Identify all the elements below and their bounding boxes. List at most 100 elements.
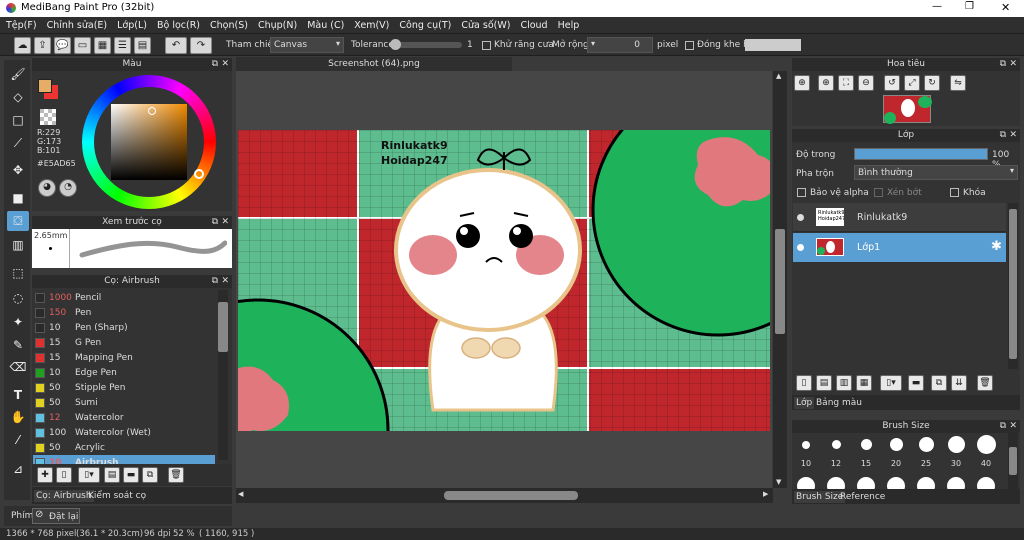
scroll-up-arrow[interactable]: ▲	[776, 72, 781, 80]
eraser-tool-icon[interactable]: ◇	[7, 87, 29, 107]
tab-brush-control[interactable]: Kiểm soát cọ	[88, 491, 146, 501]
close-gap-slider[interactable]	[745, 39, 801, 51]
brush-size-scroll-thumb[interactable]	[1009, 447, 1017, 475]
layer-scrollbar[interactable]	[1008, 203, 1018, 369]
brush-size-option[interactable]: 20	[883, 438, 909, 468]
brush-list-item[interactable]: 15 G Pen	[33, 335, 215, 350]
brush-size-option[interactable]: 10	[793, 441, 819, 468]
fill-rect-tool-icon[interactable]: ■	[7, 188, 29, 208]
close-icon[interactable]: ✕	[221, 58, 229, 71]
layer-scroll-thumb[interactable]	[1009, 209, 1017, 359]
brush-list-item[interactable]: 15 Mapping Pen	[33, 350, 215, 365]
vertical-scroll-thumb[interactable]	[775, 229, 785, 334]
grid-icon[interactable]: ▦	[94, 37, 111, 54]
delete-brush-icon[interactable]: 🗑	[168, 467, 184, 483]
opacity-slider[interactable]	[854, 148, 988, 160]
menu-help[interactable]: Help	[558, 20, 580, 31]
panel-icon[interactable]: ▭	[74, 37, 91, 54]
magic-wand-tool-icon[interactable]: ✦	[7, 312, 29, 332]
fit-icon[interactable]: ⛶	[838, 75, 854, 91]
comment-icon[interactable]: 💬	[54, 37, 71, 54]
brush-list-item[interactable]: 10 Edge Pen	[33, 365, 215, 380]
menu-file[interactable]: Tệp(F)	[6, 20, 37, 31]
horizontal-scroll-thumb[interactable]	[444, 491, 578, 500]
delete-layer-icon[interactable]: 🗑	[977, 375, 993, 391]
brush-list-item[interactable]: 50 Acrylic	[33, 440, 215, 455]
text-tool-icon[interactable]: T	[7, 385, 29, 405]
new-1bit-layer-icon[interactable]: ▦	[856, 375, 872, 391]
menu-tools[interactable]: Công cụ(T)	[399, 20, 451, 31]
select-pen-tool-icon[interactable]: ✎	[7, 335, 29, 355]
close-icon[interactable]: ✕	[1009, 129, 1017, 142]
gradient-tool-icon[interactable]: ▥	[7, 235, 29, 255]
detach-icon[interactable]: ⧉	[1000, 129, 1006, 142]
brush-size-option[interactable]: 30	[943, 436, 969, 468]
menu-cloud[interactable]: Cloud	[520, 20, 547, 31]
visibility-icon[interactable]	[797, 214, 804, 221]
move-tool-icon[interactable]: ✥	[7, 160, 29, 180]
canvas-tab[interactable]: Screenshot (64).png	[236, 57, 512, 71]
primary-color-swatch[interactable]	[38, 79, 52, 93]
close-icon[interactable]: ✕	[221, 275, 229, 288]
maximize-button[interactable]: ❐	[965, 1, 974, 12]
tab-layer[interactable]: Lớp	[794, 397, 815, 409]
select-tool-icon[interactable]: ⬚	[7, 263, 29, 283]
blend-select[interactable]: Bình thường ▾	[854, 165, 1018, 180]
fit-screen-icon[interactable]: ⤢	[904, 75, 920, 91]
folder-icon[interactable]: ▬	[123, 467, 139, 483]
visibility-icon[interactable]	[797, 244, 804, 251]
detach-icon[interactable]: ⧉	[212, 58, 218, 71]
brush-list-item[interactable]: 12 Watercolor	[33, 410, 215, 425]
reset-button[interactable]: ⊘ Đặt lại	[32, 508, 80, 524]
new-brush-icon[interactable]: ▯	[56, 467, 72, 483]
expand-input[interactable]: ▾ 0	[587, 37, 653, 53]
palette-icon[interactable]: ◕	[38, 179, 56, 197]
list-icon[interactable]: ☰	[114, 37, 131, 54]
line-tool-icon[interactable]: ⟋	[7, 133, 29, 153]
zoom-in-icon[interactable]: ⊕	[794, 75, 810, 91]
menu-color[interactable]: Màu (C)	[307, 20, 344, 31]
menu-filter[interactable]: Bộ lọc(R)	[157, 20, 200, 31]
brush-list-item[interactable]: 150 Pen	[33, 305, 215, 320]
bucket-tool-icon[interactable]: ⛋	[7, 211, 29, 231]
new-layer-icon[interactable]: ▯	[796, 375, 812, 391]
brush-doc-icon[interactable]: ▤	[104, 467, 120, 483]
tolerance-slider[interactable]	[390, 39, 462, 50]
scroll-left-arrow[interactable]: ◀	[238, 490, 243, 498]
brush-size-option[interactable]: 40	[973, 435, 999, 468]
brush-list-scroll-thumb[interactable]	[218, 302, 228, 352]
detach-icon[interactable]: ⧉	[1000, 58, 1006, 71]
rotate-left-icon[interactable]: ↺	[884, 75, 900, 91]
share-icon[interactable]: ⇪	[34, 37, 51, 54]
new-halftone-layer-icon[interactable]: ▤	[816, 375, 832, 391]
brush-size-scrollbar[interactable]	[1008, 433, 1018, 489]
redo-button[interactable]: ↷	[190, 37, 212, 54]
menu-capture[interactable]: Chụp(N)	[258, 20, 297, 31]
reference-select[interactable]: Canvas ▾	[270, 37, 344, 53]
folder-icon[interactable]: ▬	[908, 375, 924, 391]
duplicate-icon[interactable]: ⧉	[142, 467, 158, 483]
new-8bit-layer-icon[interactable]: ▥	[836, 375, 852, 391]
eyedropper-tool-icon[interactable]: ⁄	[7, 430, 29, 450]
artwork-canvas[interactable]: Rinlukatk9 Hoidap247	[238, 130, 770, 431]
duplicate-layer-icon[interactable]: ⧉	[931, 375, 947, 391]
brush-list-scrollbar[interactable]	[218, 290, 228, 460]
detach-icon[interactable]: ⧉	[212, 216, 218, 229]
layer-row-selected[interactable]: Lớp1 ✱	[793, 233, 1006, 262]
cloud-icon[interactable]: ☁	[14, 37, 31, 54]
menu-layer[interactable]: Lớp(L)	[117, 20, 147, 31]
lasso-tool-icon[interactable]: ◌	[7, 288, 29, 308]
brush-list-item[interactable]: 100 Watercolor (Wet)	[33, 425, 215, 440]
close-icon[interactable]: ✕	[1009, 58, 1017, 71]
rotate-right-icon[interactable]: ↻	[924, 75, 940, 91]
close-icon[interactable]: ✕	[1009, 420, 1017, 433]
zoom-in-alt-icon[interactable]: ⊕	[818, 75, 834, 91]
layer-settings-icon[interactable]: ✱	[991, 239, 1002, 254]
hand-tool-icon[interactable]: ✋	[7, 407, 29, 427]
menu-window[interactable]: Cửa số(W)	[461, 20, 510, 31]
add-layer-menu-icon[interactable]: ▯▾	[880, 375, 902, 391]
menu-select[interactable]: Chọn(S)	[210, 20, 248, 31]
brush-menu-icon[interactable]: ▯▾	[78, 467, 100, 483]
close-gap-checkbox[interactable]	[685, 41, 694, 50]
scroll-down-arrow[interactable]: ▼	[776, 478, 781, 486]
